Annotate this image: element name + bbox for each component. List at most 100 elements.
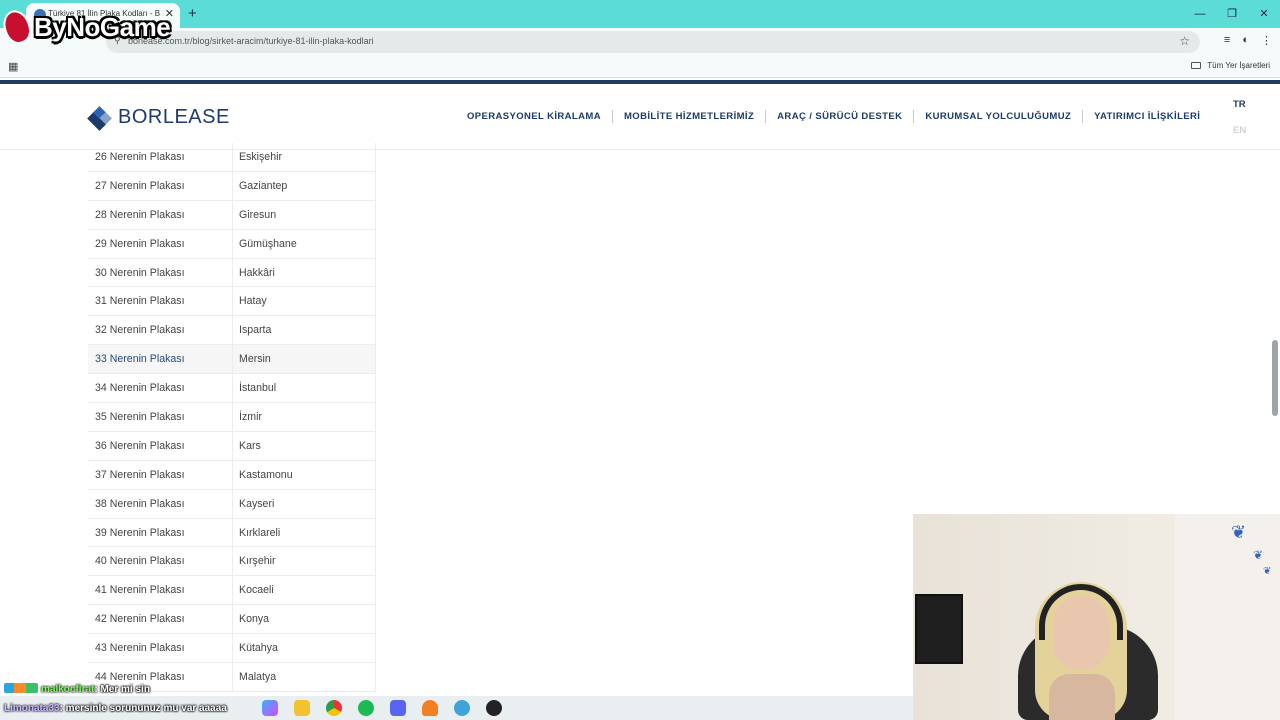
city-name-cell: Kırklareli xyxy=(233,518,376,547)
webcam-feed: ❦ ❦ ❦ xyxy=(913,514,1280,720)
nav-operasyonel-kiralama[interactable]: OPERASYONEL KİRALAMA xyxy=(456,110,613,123)
plate-code-cell: 29 Nerenin Plakası xyxy=(88,229,233,258)
city-name-cell: Kırşehir xyxy=(233,547,376,576)
toolbar-actions: ≡ ◐ ⋮ xyxy=(1224,34,1272,47)
table-row: 36 Nerenin Plakası Kars xyxy=(88,431,376,461)
apps-grid-icon[interactable]: ▦ xyxy=(8,60,18,73)
chrome-icon[interactable] xyxy=(326,700,342,716)
spotify-icon[interactable] xyxy=(358,700,374,716)
new-tab-button[interactable]: + xyxy=(188,5,197,22)
close-window-button[interactable]: ✕ xyxy=(1248,0,1280,28)
window-controls: — ❐ ✕ xyxy=(1184,0,1280,28)
plate-code-cell: 32 Nerenin Plakası xyxy=(88,316,233,345)
address-bar-row: ⚲ borlease.com.tr/blog/sirket-aracim/tur… xyxy=(0,28,1280,56)
table-row: 30 Nerenin Plakası Hakkâri xyxy=(88,258,376,288)
table-row: 35 Nerenin Plakası İzmir xyxy=(88,403,376,432)
site-logo[interactable]: BORLEASE xyxy=(87,105,230,131)
restore-button[interactable]: ❐ xyxy=(1216,0,1248,28)
city-name-cell: Kayseri xyxy=(233,489,376,518)
plate-code-cell: 35 Nerenin Plakası xyxy=(88,403,233,431)
menu-icon[interactable]: ⋮ xyxy=(1261,34,1272,47)
plate-code-cell: 33 Nerenin Plakası xyxy=(88,345,233,374)
chat-message: malkocfirat: Mer mi sin xyxy=(4,683,150,695)
profile-icon[interactable]: ◐ xyxy=(1242,34,1249,47)
nav-kurumsal-yolculugumuz[interactable]: KURUMSAL YOLCULUĞUMUZ xyxy=(914,110,1084,123)
butterfly-icon: ❦ xyxy=(1253,548,1264,562)
minimize-button[interactable]: — xyxy=(1184,0,1216,28)
folder-icon xyxy=(1191,62,1202,69)
plate-code-table: 26 Nerenin Plakası Eskişehir 27 Nerenin Pl… xyxy=(88,143,376,692)
plate-code-cell: 37 Nerenin Plakası xyxy=(88,460,233,489)
brand-text: ByNoGame xyxy=(34,11,171,42)
cloud-icon[interactable] xyxy=(422,700,438,716)
city-name-cell: Kütahya xyxy=(233,634,376,663)
city-name-cell: İstanbul xyxy=(233,374,376,403)
butterfly-icon: ❦ xyxy=(1231,522,1247,542)
city-name-cell: Malatya xyxy=(233,663,376,691)
taskbar-icons xyxy=(262,700,502,716)
table-row: 34 Nerenin Plakası İstanbul xyxy=(88,374,376,404)
obs-icon[interactable] xyxy=(486,700,502,716)
city-name-cell: Isparta xyxy=(233,316,376,345)
plate-code-cell: 34 Nerenin Plakası xyxy=(88,374,233,403)
table-row: 43 Nerenin Plakası Kütahya xyxy=(88,634,376,664)
file-explorer-icon[interactable] xyxy=(294,700,310,716)
city-name-cell: Eskişehir xyxy=(233,143,376,171)
city-name-cell: Konya xyxy=(233,605,376,634)
city-name-cell: Kocaeli xyxy=(233,576,376,605)
tv-screen xyxy=(915,594,963,664)
table-row: 32 Nerenin Plakası Isparta xyxy=(88,316,376,346)
plate-code-cell: 31 Nerenin Plakası xyxy=(88,287,233,316)
plate-code-cell: 42 Nerenin Plakası xyxy=(88,605,233,634)
plate-code-cell: 43 Nerenin Plakası xyxy=(88,634,233,663)
bookmark-star-icon[interactable]: ☆ xyxy=(1179,34,1190,48)
language-en[interactable]: EN xyxy=(1233,125,1246,136)
table-row: 28 Nerenin Plakası Giresun xyxy=(88,200,376,230)
media-icon[interactable]: ≡ xyxy=(1224,34,1230,47)
chat-username: malkocfirat xyxy=(41,684,95,695)
plate-code-cell: 36 Nerenin Plakası xyxy=(88,431,233,460)
table-row: 33 Nerenin Plakası Mersin xyxy=(88,345,376,375)
plate-code-cell: 39 Nerenin Plakası xyxy=(88,518,233,547)
plate-code-cell: 38 Nerenin Plakası xyxy=(88,489,233,518)
plate-code-cell: 27 Nerenin Plakası xyxy=(88,171,233,200)
copilot-icon[interactable] xyxy=(262,700,278,716)
table-row: 37 Nerenin Plakası Kastamonu xyxy=(88,460,376,490)
discord-icon[interactable] xyxy=(390,700,406,716)
city-name-cell: Mersin xyxy=(233,345,376,374)
stream-brand-overlay: ByNoGame xyxy=(0,6,171,48)
all-bookmarks-button[interactable]: Tüm Yer İşaretleri xyxy=(1191,61,1270,70)
city-name-cell: Kars xyxy=(233,431,376,460)
table-row: 31 Nerenin Plakası Hatay xyxy=(88,287,376,317)
nav-mobilite-hizmetlerimiz[interactable]: MOBİLİTE HİZMETLERİMİZ xyxy=(613,110,767,123)
logo-mark-icon xyxy=(87,105,112,131)
page-scrollbar[interactable] xyxy=(1272,340,1278,416)
plate-code-cell: 26 Nerenin Plakası xyxy=(88,143,233,171)
site-header: BORLEASE OPERASYONEL KİRALAMA MOBİLİTE H… xyxy=(0,84,1280,150)
language-tr[interactable]: TR xyxy=(1233,99,1246,110)
city-name-cell: Kastamonu xyxy=(233,460,376,489)
table-row: 27 Nerenin Plakası Gaziantep xyxy=(88,171,376,201)
table-row: 38 Nerenin Plakası Kayseri xyxy=(88,489,376,519)
table-row: 39 Nerenin Plakası Kırklareli xyxy=(88,518,376,548)
city-name-cell: Hakkâri xyxy=(233,258,376,287)
city-name-cell: Gümüşhane xyxy=(233,229,376,258)
settings-gear-icon[interactable] xyxy=(454,700,470,716)
city-name-cell: İzmir xyxy=(233,403,376,431)
chat-message: Limonata33: mersinle sorununuz mu var aa… xyxy=(4,703,227,714)
plate-code-cell: 30 Nerenin Plakası xyxy=(88,258,233,287)
chat-username: Limonata33 xyxy=(4,703,60,714)
brand-logo-icon xyxy=(0,6,36,48)
plate-code-cell: 28 Nerenin Plakası xyxy=(88,200,233,229)
url-input[interactable]: ⚲ borlease.com.tr/blog/sirket-aracim/tur… xyxy=(106,31,1200,53)
browser-tab-bar: ⌄ Türkiye 81 İlin Plaka Kodları - B ✕ + … xyxy=(0,0,1280,28)
city-name-cell: Hatay xyxy=(233,287,376,316)
table-row: 29 Nerenin Plakası Gümüşhane xyxy=(88,229,376,259)
chat-text: : Mer mi sin xyxy=(94,684,150,695)
plate-code-cell: 40 Nerenin Plakası xyxy=(88,547,233,576)
table-row: 40 Nerenin Plakası Kırşehir xyxy=(88,547,376,577)
nav-yatirimci-iliskileri[interactable]: YATIRIMCI İLİŞKİLERİ xyxy=(1083,110,1211,123)
nav-arac-surucu-destek[interactable]: ARAÇ / SÜRÜCÜ DESTEK xyxy=(766,110,915,123)
all-bookmarks-label: Tüm Yer İşaretleri xyxy=(1207,61,1270,70)
city-name-cell: Gaziantep xyxy=(233,171,376,200)
